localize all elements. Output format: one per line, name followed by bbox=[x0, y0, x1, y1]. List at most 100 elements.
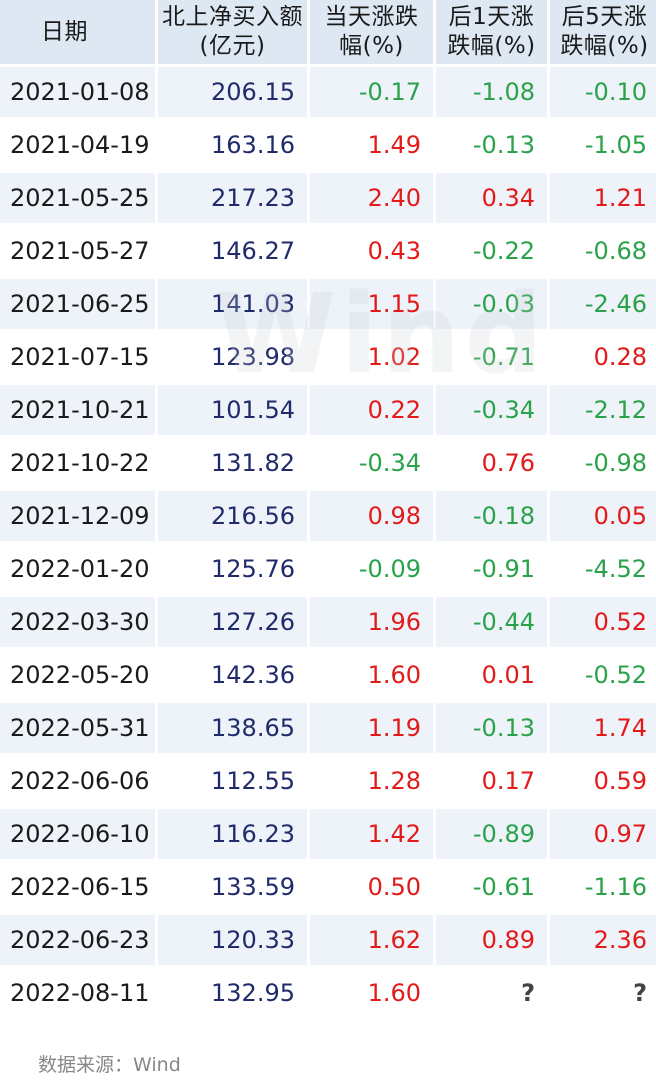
cell-next5-change: 2.36 bbox=[550, 915, 656, 965]
cell-next1-change: -0.44 bbox=[436, 597, 547, 647]
cell-net-buy: 217.23 bbox=[158, 173, 307, 223]
table-row: 2021-01-08 206.15 -0.17 -1.08 -0.10 bbox=[0, 67, 656, 117]
cell-date: 2021-10-22 bbox=[0, 438, 155, 488]
cell-net-buy: 116.23 bbox=[158, 809, 307, 859]
cell-next1-change: -1.08 bbox=[436, 67, 547, 117]
cell-date: 2021-05-25 bbox=[0, 173, 155, 223]
cell-net-buy: 133.59 bbox=[158, 862, 307, 912]
cell-net-buy: 141.03 bbox=[158, 279, 307, 329]
cell-next5-change: -0.98 bbox=[550, 438, 656, 488]
cell-next1-change: -0.91 bbox=[436, 544, 547, 594]
cell-day-change: 2.40 bbox=[310, 173, 433, 223]
table-row: 2022-06-23 120.33 1.62 0.89 2.36 bbox=[0, 915, 656, 965]
cell-net-buy: 112.55 bbox=[158, 756, 307, 806]
cell-next1-change: 0.76 bbox=[436, 438, 547, 488]
table-row: 2021-04-19 163.16 1.49 -0.13 -1.05 bbox=[0, 120, 656, 170]
northbound-flow-table: 日期 北上净买入额(亿元) 当天涨跌幅(%) 后1天涨跌幅(%) 后5天涨跌幅(… bbox=[0, 0, 656, 1021]
cell-day-change: 0.43 bbox=[310, 226, 433, 276]
table-row: 2022-08-11 132.95 1.60?? bbox=[0, 968, 656, 1018]
cell-next5-change: ? bbox=[550, 968, 656, 1018]
cell-date: 2022-06-06 bbox=[0, 756, 155, 806]
table-row: 2021-12-09 216.56 0.98 -0.18 0.05 bbox=[0, 491, 656, 541]
table-row: 2021-10-21 101.54 0.22 -0.34 -2.12 bbox=[0, 385, 656, 435]
table-row: 2021-10-22 131.82 -0.34 0.76 -0.98 bbox=[0, 438, 656, 488]
cell-next1-change: -0.03 bbox=[436, 279, 547, 329]
cell-day-change: 1.96 bbox=[310, 597, 433, 647]
cell-next1-change: -0.22 bbox=[436, 226, 547, 276]
cell-day-change: 0.22 bbox=[310, 385, 433, 435]
cell-net-buy: 120.33 bbox=[158, 915, 307, 965]
cell-next5-change: -2.12 bbox=[550, 385, 656, 435]
cell-day-change: 0.50 bbox=[310, 862, 433, 912]
cell-day-change: 1.49 bbox=[310, 120, 433, 170]
source-footer: 数据来源：Wind bbox=[0, 1020, 656, 1086]
cell-next5-change: 0.28 bbox=[550, 332, 656, 382]
cell-next1-change: 0.89 bbox=[436, 915, 547, 965]
cell-date: 2022-06-15 bbox=[0, 862, 155, 912]
cell-net-buy: 123.98 bbox=[158, 332, 307, 382]
cell-date: 2022-06-10 bbox=[0, 809, 155, 859]
source-note: 数据来源：Wind bbox=[38, 1054, 181, 1076]
cell-net-buy: 216.56 bbox=[158, 491, 307, 541]
cell-date: 2021-10-21 bbox=[0, 385, 155, 435]
cell-day-change: 0.98 bbox=[310, 491, 433, 541]
header-date: 日期 bbox=[0, 0, 155, 64]
cell-next1-change: -0.61 bbox=[436, 862, 547, 912]
cell-next1-change: -0.13 bbox=[436, 703, 547, 753]
cell-next5-change: 1.21 bbox=[550, 173, 656, 223]
cell-date: 2022-05-20 bbox=[0, 650, 155, 700]
cell-date: 2021-07-15 bbox=[0, 332, 155, 382]
table-row: 2022-05-20 142.36 1.60 0.01 -0.52 bbox=[0, 650, 656, 700]
cell-net-buy: 125.76 bbox=[158, 544, 307, 594]
cell-date: 2021-04-19 bbox=[0, 120, 155, 170]
cell-date: 2021-05-27 bbox=[0, 226, 155, 276]
cell-day-change: 1.15 bbox=[310, 279, 433, 329]
page: 日期 北上净买入额(亿元) 当天涨跌幅(%) 后1天涨跌幅(%) 后5天涨跌幅(… bbox=[0, 0, 656, 1086]
header-day-change: 当天涨跌幅(%) bbox=[310, 0, 433, 64]
cell-next5-change: -4.52 bbox=[550, 544, 656, 594]
table-row: 2022-01-20 125.76 -0.09 -0.91 -4.52 bbox=[0, 544, 656, 594]
cell-next1-change: 0.17 bbox=[436, 756, 547, 806]
cell-day-change: 1.42 bbox=[310, 809, 433, 859]
cell-date: 2022-03-30 bbox=[0, 597, 155, 647]
cell-date: 2022-05-31 bbox=[0, 703, 155, 753]
cell-day-change: 1.28 bbox=[310, 756, 433, 806]
cell-next5-change: -0.52 bbox=[550, 650, 656, 700]
cell-next5-change: -1.05 bbox=[550, 120, 656, 170]
cell-next5-change: 0.59 bbox=[550, 756, 656, 806]
cell-net-buy: 138.65 bbox=[158, 703, 307, 753]
table-row: 2022-06-10 116.23 1.42 -0.89 0.97 bbox=[0, 809, 656, 859]
cell-net-buy: 146.27 bbox=[158, 226, 307, 276]
cell-net-buy: 132.95 bbox=[158, 968, 307, 1018]
cell-next1-change: -0.89 bbox=[436, 809, 547, 859]
table-row: 2022-05-31 138.65 1.19 -0.13 1.74 bbox=[0, 703, 656, 753]
cell-day-change: -0.09 bbox=[310, 544, 433, 594]
table-header-row: 日期 北上净买入额(亿元) 当天涨跌幅(%) 后1天涨跌幅(%) 后5天涨跌幅(… bbox=[0, 0, 656, 64]
cell-next1-change: -0.18 bbox=[436, 491, 547, 541]
cell-next5-change: 0.52 bbox=[550, 597, 656, 647]
cell-net-buy: 142.36 bbox=[158, 650, 307, 700]
cell-next1-change: -0.34 bbox=[436, 385, 547, 435]
table-row: 2022-03-30 127.26 1.96 -0.44 0.52 bbox=[0, 597, 656, 647]
cell-day-change: 1.19 bbox=[310, 703, 433, 753]
cell-day-change: 1.02 bbox=[310, 332, 433, 382]
table-row: 2021-06-25 141.03 1.15 -0.03 -2.46 bbox=[0, 279, 656, 329]
header-next5-change: 后5天涨跌幅(%) bbox=[550, 0, 656, 64]
cell-net-buy: 127.26 bbox=[158, 597, 307, 647]
table-row: 2022-06-15 133.59 0.50 -0.61 -1.16 bbox=[0, 862, 656, 912]
cell-next5-change: -1.16 bbox=[550, 862, 656, 912]
cell-date: 2022-01-20 bbox=[0, 544, 155, 594]
cell-next5-change: -2.46 bbox=[550, 279, 656, 329]
cell-next1-change: 0.01 bbox=[436, 650, 547, 700]
cell-next5-change: 1.74 bbox=[550, 703, 656, 753]
table-body: 2021-01-08 206.15 -0.17 -1.08 -0.10 2021-04-1… bbox=[0, 67, 656, 1018]
table-row: 2021-05-27 146.27 0.43 -0.22 -0.68 bbox=[0, 226, 656, 276]
cell-net-buy: 206.15 bbox=[158, 67, 307, 117]
table-row: 2021-07-15 123.98 1.02 -0.71 0.28 bbox=[0, 332, 656, 382]
cell-next1-change: 0.34 bbox=[436, 173, 547, 223]
cell-net-buy: 131.82 bbox=[158, 438, 307, 488]
cell-day-change: 1.60 bbox=[310, 968, 433, 1018]
header-net-buy: 北上净买入额(亿元) bbox=[158, 0, 307, 64]
cell-next5-change: 0.05 bbox=[550, 491, 656, 541]
cell-date: 2022-06-23 bbox=[0, 915, 155, 965]
